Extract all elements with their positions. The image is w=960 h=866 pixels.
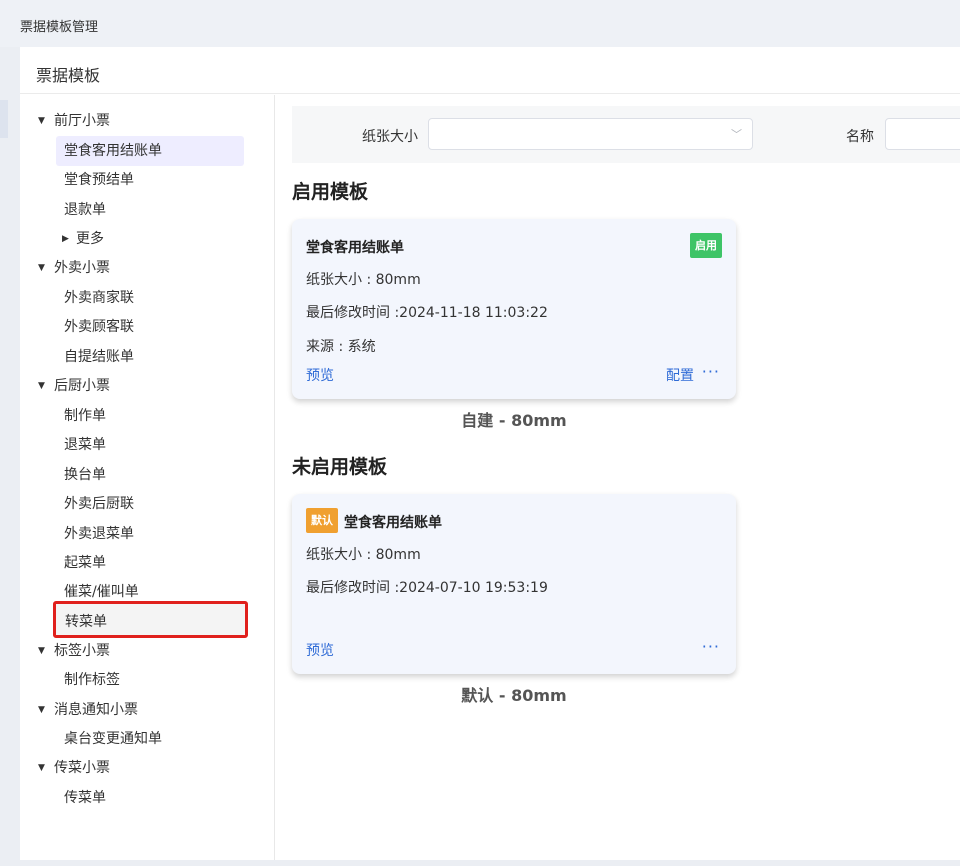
more-dots-icon[interactable]: ··· <box>702 637 720 656</box>
caret-right-icon: ▶ <box>62 234 69 244</box>
default-badge: 默认 <box>306 508 338 533</box>
card-modified-time: 最后修改时间 :2024-07-10 19:53:19 <box>306 580 548 596</box>
tree-more-toggle[interactable]: ▶ 更多 <box>62 224 104 254</box>
caret-down-icon: ▼ <box>38 705 45 715</box>
card-paper-size: 纸张大小 : 80mm <box>306 272 421 288</box>
page-breadcrumb: 票据模板管理 <box>20 20 99 35</box>
tree-item[interactable]: 退菜单 <box>56 430 244 460</box>
caret-down-icon: ▼ <box>38 381 45 391</box>
name-label: 名称 <box>846 129 874 145</box>
tree-group-takeout[interactable]: ▼ 外卖小票 <box>38 253 110 283</box>
paper-size-select[interactable]: ﹀ <box>428 118 753 150</box>
tree-item-highlighted[interactable]: 转菜单 <box>53 601 248 638</box>
tree-item[interactable]: 外卖后厨联 <box>56 489 244 519</box>
template-tree: ▼ 前厅小票 堂食客用结账单 堂食预结单 退款单 ▶ 更多 ▼ 外卖小票 外卖商家联 … <box>20 95 275 860</box>
tree-group-kitchen[interactable]: ▼ 后厨小票 <box>38 371 110 401</box>
disabled-section-title: 未启用模板 <box>292 456 388 478</box>
disabled-card-caption: 默认 - 80mm <box>461 686 567 705</box>
tree-group-label-tickets[interactable]: ▼ 标签小票 <box>38 636 110 666</box>
tree-item[interactable]: 外卖退菜单 <box>56 519 244 549</box>
tree-item-selected[interactable]: 堂食客用结账单 <box>56 136 244 166</box>
tree-more-label: 更多 <box>76 231 104 247</box>
tree-group-label: 后厨小票 <box>54 378 110 394</box>
enabled-badge: 启用 <box>690 233 722 258</box>
chevron-down-icon: ﹀ <box>731 128 742 141</box>
tree-item[interactable]: 外卖顾客联 <box>56 312 244 342</box>
disabled-template-card[interactable]: 默认 堂食客用结账单 纸张大小 : 80mm 最后修改时间 :2024-07-1… <box>292 494 736 674</box>
tree-item[interactable]: 换台单 <box>56 460 244 490</box>
tree-group-label: 传菜小票 <box>54 760 110 776</box>
enabled-section-title: 启用模板 <box>292 181 369 203</box>
more-dots-icon[interactable]: ··· <box>702 362 720 381</box>
card-title: 堂食客用结账单 <box>344 515 442 531</box>
tree-item[interactable]: 起菜单 <box>56 548 244 578</box>
tree-group-label: 标签小票 <box>54 643 110 659</box>
tree-group-notification[interactable]: ▼ 消息通知小票 <box>38 695 138 725</box>
caret-down-icon: ▼ <box>38 116 45 126</box>
top-bar: 票据模板管理 <box>0 0 960 47</box>
tree-group-front-hall[interactable]: ▼ 前厅小票 <box>38 106 110 136</box>
tree-group-label: 前厅小票 <box>54 113 110 129</box>
main-panel: 票据模板 ▼ 前厅小票 堂食客用结账单 堂食预结单 退款单 ▶ 更多 ▼ 外卖小票 外… <box>20 47 960 860</box>
panel-header: 票据模板 <box>20 47 960 94</box>
card-title: 堂食客用结账单 <box>306 240 404 256</box>
config-link[interactable]: 配置 <box>666 365 694 385</box>
caret-down-icon: ▼ <box>38 763 45 773</box>
tree-group-label: 消息通知小票 <box>54 702 138 718</box>
paper-size-label: 纸张大小 <box>362 129 418 145</box>
tree-group-serving[interactable]: ▼ 传菜小票 <box>38 753 110 783</box>
preview-link[interactable]: 预览 <box>306 365 334 385</box>
template-content: 纸张大小 ﹀ 名称 启用模板 堂食客用结账单 启用 纸张大小 : 80mm 最后… <box>276 95 960 860</box>
tree-item[interactable]: 制作单 <box>56 401 244 431</box>
tree-item[interactable]: 退款单 <box>56 195 244 225</box>
tree-item[interactable]: 堂食预结单 <box>56 165 244 195</box>
card-modified-time: 最后修改时间 :2024-11-18 11:03:22 <box>306 305 548 321</box>
preview-link[interactable]: 预览 <box>306 640 334 660</box>
enabled-template-card[interactable]: 堂食客用结账单 启用 纸张大小 : 80mm 最后修改时间 :2024-11-1… <box>292 219 736 399</box>
caret-down-icon: ▼ <box>38 263 45 273</box>
tree-group-label: 外卖小票 <box>54 260 110 276</box>
filter-bar: 纸张大小 ﹀ 名称 <box>292 106 960 163</box>
tree-item[interactable]: 制作标签 <box>56 665 244 695</box>
card-source: 来源 : 系统 <box>306 339 376 355</box>
caret-down-icon: ▼ <box>38 646 45 656</box>
tree-item[interactable]: 传菜单 <box>56 783 244 813</box>
tree-item[interactable]: 自提结账单 <box>56 342 244 372</box>
tree-item[interactable]: 外卖商家联 <box>56 283 244 313</box>
tree-item[interactable]: 桌台变更通知单 <box>56 724 244 754</box>
name-input[interactable] <box>885 118 960 150</box>
enabled-card-caption: 自建 - 80mm <box>461 411 567 430</box>
card-paper-size: 纸张大小 : 80mm <box>306 547 421 563</box>
nav-accent <box>0 100 8 138</box>
panel-title: 票据模板 <box>36 66 101 85</box>
